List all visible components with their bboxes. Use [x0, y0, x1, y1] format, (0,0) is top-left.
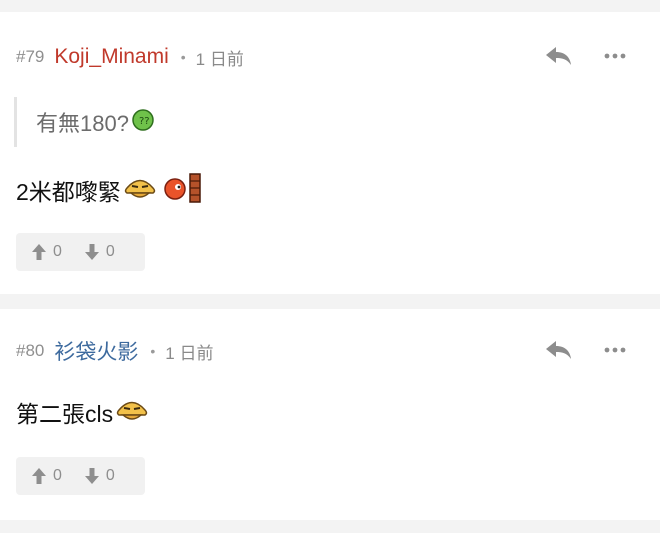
thumb-down-icon — [84, 468, 99, 484]
upvote-button[interactable]: 0 — [31, 243, 62, 261]
more-options-icon[interactable] — [602, 44, 630, 68]
comment-body: 第二張cls — [16, 394, 149, 430]
quote-text: 有無180? — [36, 111, 129, 136]
downvote-count: 0 — [105, 243, 115, 260]
downvote-button[interactable]: 0 — [84, 467, 115, 485]
comment-text: 第二張cls — [16, 401, 114, 427]
sly-face-emoji-icon — [123, 175, 157, 206]
upvote-count: 0 — [53, 467, 62, 484]
thumb-down-icon — [84, 244, 99, 260]
timestamp: 1 日前 — [165, 343, 214, 363]
reply-icon[interactable] — [544, 338, 574, 362]
comment-number[interactable]: #80 — [16, 341, 44, 361]
fireball-emoji-icon — [163, 176, 187, 205]
thumb-up-icon — [32, 244, 46, 260]
comment-header: #79 Koji_Minami • 1 日前 — [16, 45, 244, 69]
vote-bar: 0 0 — [16, 233, 145, 271]
reply-icon[interactable] — [544, 44, 574, 68]
separator-dot: • — [150, 343, 156, 359]
comment-text: 2米都嚟緊 — [16, 179, 121, 205]
thumb-up-icon — [32, 468, 46, 484]
username-link[interactable]: Koji_Minami — [54, 45, 168, 69]
quote-block: 有無180? ?? — [14, 97, 155, 147]
sly-face-emoji-icon — [115, 397, 149, 428]
question-emoji-icon: ?? — [131, 108, 155, 137]
comment-header: #80 衫袋火影 • 1 日前 — [16, 340, 214, 364]
username-link[interactable]: 衫袋火影 — [54, 336, 138, 366]
comment-body: 2米都嚟緊 — [16, 172, 201, 208]
svg-text:??: ?? — [139, 116, 150, 127]
brick-emoji-icon — [189, 172, 201, 208]
more-options-icon[interactable] — [602, 338, 630, 362]
downvote-button[interactable]: 0 — [84, 243, 115, 261]
downvote-count: 0 — [105, 467, 115, 484]
timestamp: 1 日前 — [195, 49, 244, 69]
comment-number[interactable]: #79 — [16, 47, 44, 67]
vote-bar: 0 0 — [16, 457, 145, 495]
upvote-button[interactable]: 0 — [31, 467, 62, 485]
comment-card: #79 Koji_Minami • 1 日前 有無180? ?? 2米都嚟緊 0… — [0, 12, 660, 294]
upvote-count: 0 — [53, 243, 62, 260]
comment-card: #80 衫袋火影 • 1 日前 第二張cls 0 0 — [0, 309, 660, 520]
separator-dot: • — [180, 49, 186, 65]
